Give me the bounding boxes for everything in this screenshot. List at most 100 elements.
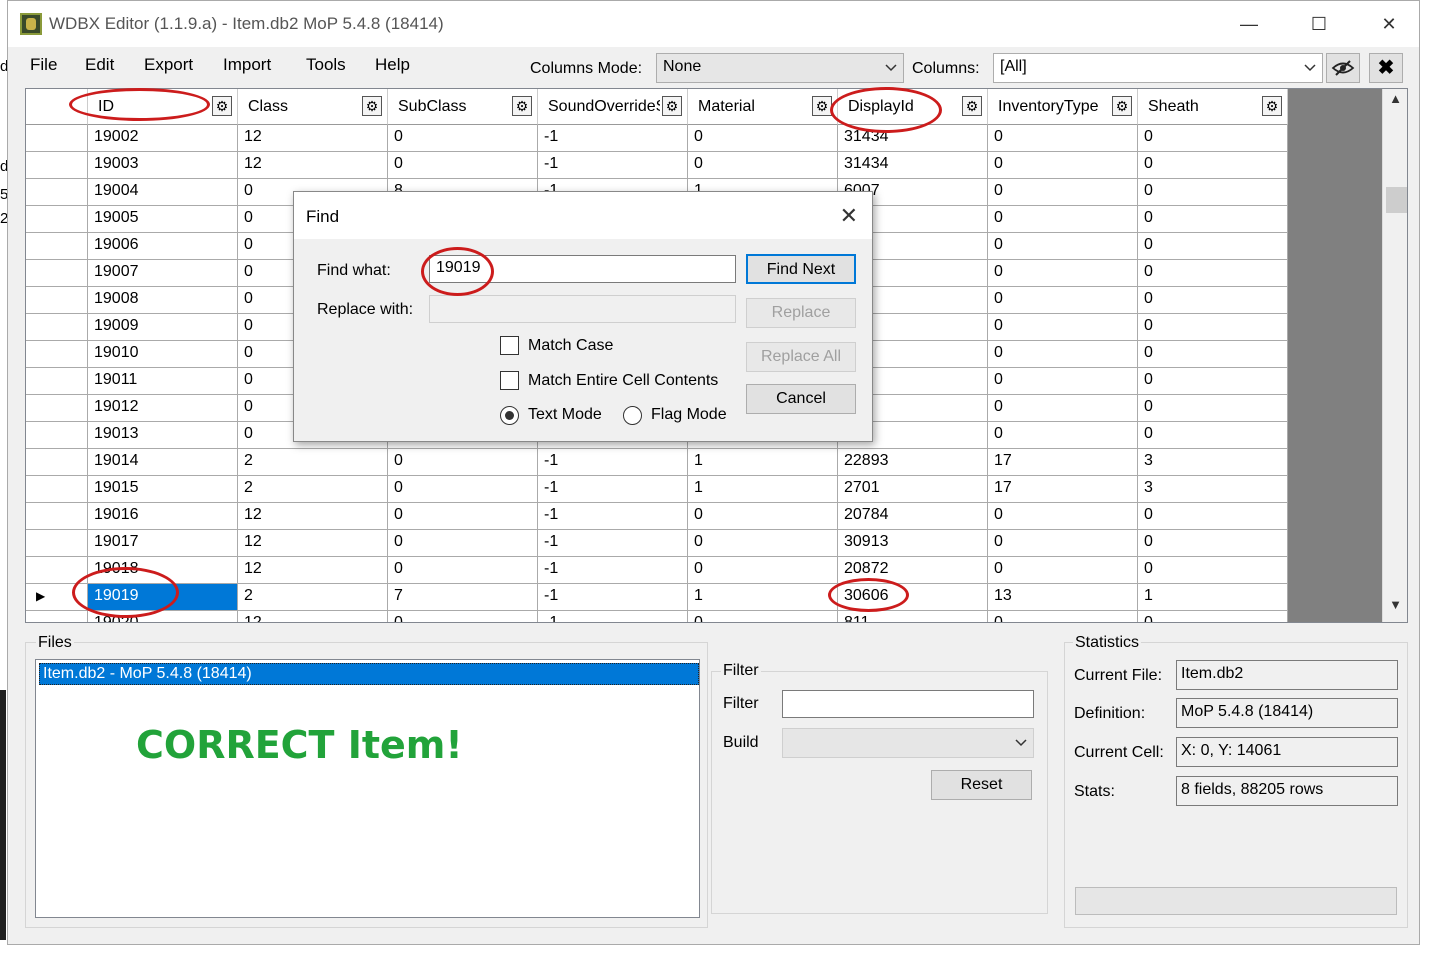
- gear-icon[interactable]: ⚙: [1112, 96, 1132, 116]
- gear-icon[interactable]: ⚙: [212, 96, 232, 116]
- menu-edit[interactable]: Edit: [85, 55, 114, 75]
- grid-cell-soundoverride[interactable]: -1: [538, 152, 688, 179]
- gear-icon[interactable]: ⚙: [962, 96, 982, 116]
- grid-cell-subclass[interactable]: 7: [388, 584, 538, 611]
- grid-cell-inventorytype[interactable]: 0: [988, 557, 1138, 584]
- grid-cell-displayid[interactable]: 31434: [838, 125, 988, 152]
- grid-cell-inventorytype[interactable]: 0: [988, 422, 1138, 449]
- grid-cell-material[interactable]: 1: [688, 584, 838, 611]
- grid-cell-subclass[interactable]: 0: [388, 503, 538, 530]
- column-header-sheath[interactable]: Sheath ⚙: [1138, 89, 1288, 125]
- grid-cell-inventorytype[interactable]: 0: [988, 530, 1138, 557]
- row-header[interactable]: [26, 449, 88, 476]
- grid-cell-sheath[interactable]: 1: [1138, 584, 1288, 611]
- grid-cell-sheath[interactable]: 0: [1138, 233, 1288, 260]
- menu-export[interactable]: Export: [144, 55, 193, 75]
- grid-cell-class[interactable]: 12: [238, 503, 388, 530]
- grid-cell-material[interactable]: 0: [688, 530, 838, 557]
- grid-cell-id[interactable]: 19015: [88, 476, 238, 503]
- row-header[interactable]: [26, 206, 88, 233]
- grid-cell-soundoverride[interactable]: -1: [538, 584, 688, 611]
- hide-columns-button[interactable]: [1326, 53, 1360, 83]
- grid-cell-id[interactable]: 19017: [88, 530, 238, 557]
- grid-cell-inventorytype[interactable]: 0: [988, 233, 1138, 260]
- cancel-button[interactable]: Cancel: [746, 384, 856, 414]
- grid-cell-displayid[interactable]: 31434: [838, 152, 988, 179]
- grid-cell-sheath[interactable]: 0: [1138, 422, 1288, 449]
- grid-cell-displayid[interactable]: 20872: [838, 557, 988, 584]
- grid-cell-class[interactable]: 12: [238, 152, 388, 179]
- grid-cell-sheath[interactable]: 0: [1138, 611, 1288, 622]
- list-item[interactable]: Item.db2 - MoP 5.4.8 (18414): [39, 663, 699, 685]
- grid-cell-inventorytype[interactable]: 0: [988, 152, 1138, 179]
- grid-cell-sheath[interactable]: 0: [1138, 287, 1288, 314]
- close-icon[interactable]: ✕: [840, 203, 858, 229]
- row-header[interactable]: [26, 152, 88, 179]
- grid-cell-id[interactable]: 19018: [88, 557, 238, 584]
- grid-cell-soundoverride[interactable]: -1: [538, 557, 688, 584]
- grid-cell-class[interactable]: 2: [238, 584, 388, 611]
- grid-cell-inventorytype[interactable]: 0: [988, 503, 1138, 530]
- grid-cell-sheath[interactable]: 0: [1138, 206, 1288, 233]
- menu-import[interactable]: Import: [223, 55, 271, 75]
- grid-cell-inventorytype[interactable]: 0: [988, 395, 1138, 422]
- replace-all-button[interactable]: Replace All: [746, 342, 856, 372]
- grid-cell-inventorytype[interactable]: 0: [988, 179, 1138, 206]
- row-header[interactable]: [26, 341, 88, 368]
- row-header[interactable]: [26, 557, 88, 584]
- column-header-soundoverride[interactable]: SoundOverrideS ⚙: [538, 89, 688, 125]
- grid-cell-sheath[interactable]: 0: [1138, 503, 1288, 530]
- reset-button[interactable]: Reset: [931, 770, 1032, 800]
- vertical-scrollbar[interactable]: ▲ ▼: [1382, 89, 1407, 622]
- grid-cell-id[interactable]: 19003: [88, 152, 238, 179]
- grid-cell-inventorytype[interactable]: 13: [988, 584, 1138, 611]
- grid-cell-id[interactable]: 19002: [88, 125, 238, 152]
- grid-cell-id[interactable]: 19019: [88, 584, 238, 611]
- grid-cell-id[interactable]: 19013: [88, 422, 238, 449]
- grid-cell-sheath[interactable]: 0: [1138, 179, 1288, 206]
- menu-tools[interactable]: Tools: [306, 55, 346, 75]
- grid-cell-id[interactable]: 19008: [88, 287, 238, 314]
- grid-cell-inventorytype[interactable]: 17: [988, 449, 1138, 476]
- grid-cell-sheath[interactable]: 0: [1138, 152, 1288, 179]
- row-header[interactable]: [26, 233, 88, 260]
- grid-cell-sheath[interactable]: 0: [1138, 341, 1288, 368]
- row-header[interactable]: [26, 287, 88, 314]
- match-entire-checkbox[interactable]: [500, 371, 519, 390]
- scroll-up-icon[interactable]: ▲: [1383, 91, 1407, 113]
- row-header[interactable]: [26, 314, 88, 341]
- grid-cell-id[interactable]: 19010: [88, 341, 238, 368]
- grid-cell-displayid[interactable]: 22893: [838, 449, 988, 476]
- grid-cell-material[interactable]: 0: [688, 611, 838, 622]
- grid-cell-inventorytype[interactable]: 0: [988, 314, 1138, 341]
- column-header-subclass[interactable]: SubClass ⚙: [388, 89, 538, 125]
- column-header-class[interactable]: Class ⚙: [238, 89, 388, 125]
- scroll-thumb[interactable]: [1386, 187, 1407, 213]
- grid-cell-subclass[interactable]: 0: [388, 476, 538, 503]
- grid-cell-displayid[interactable]: 30913: [838, 530, 988, 557]
- grid-cell-id[interactable]: 19012: [88, 395, 238, 422]
- grid-cell-id[interactable]: 19004: [88, 179, 238, 206]
- replace-button[interactable]: Replace: [746, 298, 856, 328]
- row-header[interactable]: [26, 530, 88, 557]
- row-header[interactable]: ▶: [26, 584, 88, 611]
- close-button[interactable]: ✕: [1366, 9, 1412, 39]
- grid-cell-sheath[interactable]: 0: [1138, 395, 1288, 422]
- row-header[interactable]: [26, 368, 88, 395]
- clear-columns-button[interactable]: ✖: [1369, 53, 1403, 83]
- row-header[interactable]: [26, 179, 88, 206]
- column-header-material[interactable]: Material ⚙: [688, 89, 838, 125]
- grid-cell-soundoverride[interactable]: -1: [538, 611, 688, 622]
- grid-cell-inventorytype[interactable]: 0: [988, 125, 1138, 152]
- find-what-input[interactable]: 19019: [429, 255, 736, 283]
- grid-cell-id[interactable]: 19016: [88, 503, 238, 530]
- grid-cell-soundoverride[interactable]: -1: [538, 503, 688, 530]
- grid-cell-sheath[interactable]: 3: [1138, 449, 1288, 476]
- grid-cell-sheath[interactable]: 0: [1138, 557, 1288, 584]
- maximize-button[interactable]: ☐: [1296, 9, 1342, 39]
- grid-cell-class[interactable]: 12: [238, 611, 388, 622]
- grid-cell-material[interactable]: 0: [688, 152, 838, 179]
- grid-cell-displayid[interactable]: 811: [838, 611, 988, 622]
- grid-cell-displayid[interactable]: 2701: [838, 476, 988, 503]
- grid-cell-class[interactable]: 12: [238, 125, 388, 152]
